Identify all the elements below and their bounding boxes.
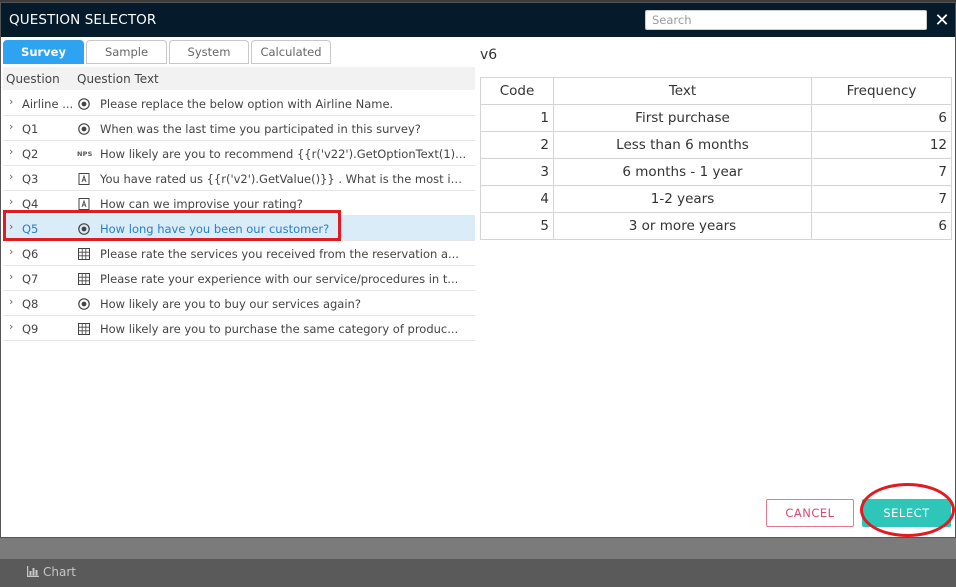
option-text: First purchase [553, 104, 812, 132]
radio-icon [77, 97, 91, 111]
search-input[interactable] [645, 10, 927, 30]
question-row[interactable]: › Q6 Please rate the services you receive… [3, 241, 475, 266]
radio-icon [77, 297, 91, 311]
variable-label: v6 [480, 47, 498, 63]
option-frequency: 7 [811, 158, 952, 186]
question-id: Q8 [22, 297, 39, 311]
tab-calculated[interactable]: Calculated [251, 40, 331, 64]
question-row[interactable]: › Airline ... Please replace the below opt… [3, 91, 475, 116]
chevron-right-icon[interactable]: › [9, 270, 13, 283]
frequency-table: Code Text Frequency 1 First purchase 6 2 Les… [480, 77, 952, 240]
column-header-frequency: Frequency [811, 77, 952, 105]
chevron-right-icon[interactable]: › [9, 320, 13, 333]
option-code: 3 [480, 158, 554, 186]
option-text: Less than 6 months [553, 131, 812, 159]
question-text: Please rate your experience with our ser… [100, 272, 459, 286]
option-code: 2 [480, 131, 554, 159]
grid-icon [77, 322, 91, 336]
question-row[interactable]: › Q7 Please rate your experience with our … [3, 266, 475, 291]
dialog-header: QUESTION SELECTOR ✕ [1, 3, 955, 37]
column-header-code: Code [480, 77, 554, 105]
bar-chart-icon [27, 566, 39, 577]
cancel-button[interactable]: CANCEL [766, 499, 854, 527]
question-id: Q6 [22, 247, 39, 261]
question-id: Airline ... [22, 97, 74, 111]
select-button[interactable]: SELECT [862, 499, 951, 527]
option-code: 1 [480, 104, 554, 132]
option-code: 4 [480, 185, 554, 213]
radio-icon [77, 122, 91, 136]
chevron-right-icon[interactable]: › [9, 220, 13, 233]
question-row[interactable]: › Q1 When was the last time you participat… [3, 116, 475, 141]
close-icon[interactable]: ✕ [934, 12, 950, 30]
question-id: Q9 [22, 322, 39, 336]
column-header-question-text: Question Text [77, 72, 159, 86]
chevron-right-icon[interactable]: › [9, 120, 13, 133]
question-text: How likely are you to purchase the same … [100, 322, 459, 336]
question-id: Q2 [22, 147, 39, 161]
option-frequency: 12 [811, 131, 952, 159]
grid-icon [77, 247, 91, 261]
chart-link-label: Chart [43, 565, 76, 579]
question-text: How long have you been our customer? [100, 222, 330, 236]
column-header-text: Text [553, 77, 812, 105]
question-id: Q3 [22, 172, 39, 186]
column-header-question: Question [6, 72, 60, 86]
chevron-right-icon[interactable]: › [9, 195, 13, 208]
chevron-right-icon[interactable]: › [9, 170, 13, 183]
chevron-right-icon[interactable]: › [9, 95, 13, 108]
option-text: 1-2 years [553, 185, 812, 213]
option-text: 6 months - 1 year [553, 158, 812, 186]
question-id: Q5 [22, 222, 39, 236]
frequency-row: 53 or more years 6 [480, 212, 952, 240]
question-text: How likely are you to buy our services a… [100, 297, 361, 311]
option-frequency: 6 [811, 212, 952, 240]
chevron-right-icon[interactable]: › [9, 295, 13, 308]
tab-system[interactable]: System [169, 40, 249, 64]
grid-icon [77, 272, 91, 286]
option-frequency: 6 [811, 104, 952, 132]
question-text: Please replace the below option with Air… [100, 97, 394, 111]
chevron-right-icon[interactable]: › [9, 145, 13, 158]
question-row[interactable]: › Q2 NPS How likely are you to recommend {{… [3, 141, 475, 166]
frequency-row: 36 months - 1 year 7 [480, 158, 952, 186]
option-text: 3 or more years [553, 212, 812, 240]
chevron-right-icon[interactable]: › [9, 245, 13, 258]
frequency-row: 4 1-2 years 7 [480, 185, 952, 213]
option-code: 5 [480, 212, 554, 240]
question-text: How likely are you to recommend {{r('v22… [100, 147, 467, 161]
radio-icon [77, 222, 91, 236]
question-row[interactable]: › Q3 You have rated us {{r('v2').GetValue(… [3, 166, 475, 191]
frequency-row: 1 First purchase 6 [480, 104, 952, 132]
text-field-icon [77, 197, 91, 211]
frequency-table-header: Code Text Frequency [480, 77, 952, 105]
question-list-header: Question Question Text [3, 67, 475, 90]
chart-link[interactable]: Chart [27, 565, 76, 579]
question-row[interactable]: › Q5 How long have you been our customer? [3, 216, 475, 241]
dialog-title: QUESTION SELECTOR [9, 12, 157, 28]
question-id: Q7 [22, 272, 39, 286]
frequency-row: 2 Less than 6 months 12 [480, 131, 952, 159]
question-text: You have rated us {{r('v2').GetValue()}}… [100, 172, 470, 186]
question-id: Q4 [22, 197, 39, 211]
nps-icon-label: NPS [77, 150, 93, 158]
question-id: Q1 [22, 122, 39, 136]
tab-survey[interactable]: Survey [3, 40, 84, 64]
question-text: When was the last time you participated … [100, 122, 421, 136]
question-row[interactable]: › Q4 How can we improvise your rating? [3, 191, 475, 216]
option-frequency: 7 [811, 185, 952, 213]
nps-icon: NPS [77, 147, 93, 161]
question-text: Please rate the services you received fr… [100, 247, 459, 261]
question-selector-dialog: QUESTION SELECTOR ✕ Survey Sample System… [0, 2, 956, 538]
question-row[interactable]: › Q8 How likely are you to buy our service… [3, 291, 475, 316]
text-field-icon [77, 172, 91, 186]
tab-sample[interactable]: Sample [86, 40, 167, 64]
question-row[interactable]: › Q9 How likely are you to purchase the sa… [3, 316, 475, 341]
bottom-bar: Chart [0, 559, 956, 587]
question-text: How can we improvise your rating? [100, 197, 303, 211]
